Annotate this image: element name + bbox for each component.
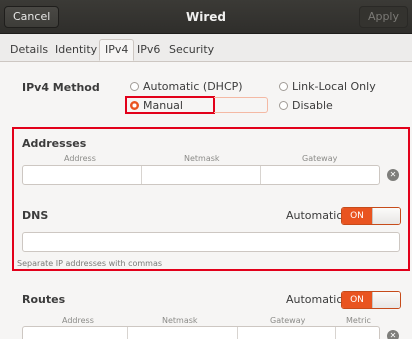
- radio-indicator: [130, 82, 139, 91]
- routes-column-gateway: Gateway: [270, 316, 306, 325]
- dns-automatic-label: Automatic: [286, 209, 343, 222]
- gateway-input[interactable]: [260, 166, 379, 184]
- column-gateway: Gateway: [302, 154, 338, 163]
- radio-indicator-selected: [130, 101, 139, 110]
- routes-heading: Routes: [22, 293, 66, 306]
- toggle-on-label: ON: [342, 292, 372, 308]
- radio-link-local-only-label: Link-Local Only: [292, 80, 376, 93]
- ipv4-method-label: IPv4 Method: [22, 81, 100, 94]
- routes-column-netmask: Netmask: [162, 316, 198, 325]
- header-bar: Wired Cancel Apply: [0, 0, 412, 34]
- delete-address-icon[interactable]: ✕: [387, 169, 399, 181]
- radio-disable-label: Disable: [292, 99, 333, 112]
- radio-link-local-only[interactable]: Link-Local Only: [279, 80, 376, 93]
- toggle-on-label: ON: [342, 208, 372, 224]
- tab-security[interactable]: Security: [163, 39, 220, 61]
- radio-indicator: [279, 82, 288, 91]
- tab-ipv6[interactable]: IPv6: [131, 39, 166, 61]
- routes-automatic-toggle[interactable]: ON: [341, 291, 401, 309]
- window-title: Wired: [186, 10, 226, 24]
- dns-automatic-toggle[interactable]: ON: [341, 207, 401, 225]
- dns-hint: Separate IP addresses with commas: [17, 259, 163, 268]
- column-netmask: Netmask: [184, 154, 220, 163]
- dns-heading: DNS: [22, 209, 49, 222]
- toggle-knob: [372, 292, 400, 308]
- radio-disable[interactable]: Disable: [279, 99, 333, 112]
- apply-button[interactable]: Apply: [358, 6, 408, 28]
- routes-automatic-label: Automatic: [286, 293, 343, 306]
- dns-input[interactable]: [22, 232, 400, 252]
- cancel-button[interactable]: Cancel: [4, 6, 60, 28]
- delete-route-icon[interactable]: ✕: [387, 330, 399, 339]
- routes-column-metric: Metric: [346, 316, 371, 325]
- radio-manual[interactable]: Manual: [130, 99, 183, 112]
- route-row[interactable]: [22, 326, 380, 339]
- tab-identity[interactable]: Identity: [49, 39, 103, 61]
- radio-automatic-dhcp[interactable]: Automatic (DHCP): [130, 80, 243, 93]
- radio-manual-label: Manual: [143, 99, 183, 112]
- routes-column-address: Address: [62, 316, 94, 325]
- netmask-input[interactable]: [141, 166, 259, 184]
- radio-indicator: [279, 101, 288, 110]
- tab-bar: Details Identity IPv4 IPv6 Security: [0, 34, 412, 62]
- toggle-knob: [372, 208, 400, 224]
- addresses-heading: Addresses: [22, 137, 87, 150]
- tab-ipv4[interactable]: IPv4: [99, 39, 135, 61]
- column-address: Address: [64, 154, 96, 163]
- tab-details[interactable]: Details: [4, 39, 54, 61]
- manual-row-tail: [214, 97, 268, 113]
- address-input[interactable]: [23, 166, 140, 184]
- radio-automatic-dhcp-label: Automatic (DHCP): [143, 80, 243, 93]
